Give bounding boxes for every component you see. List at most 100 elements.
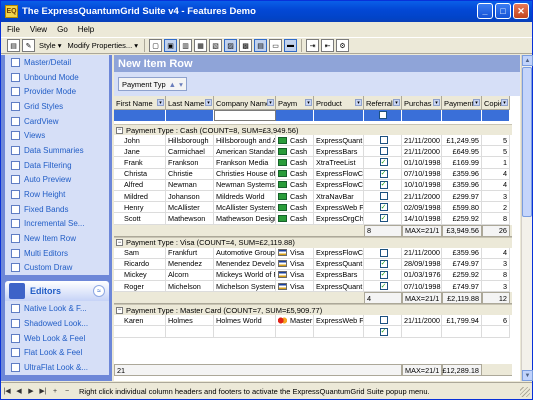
table-row[interactable]: ✓ [114,326,512,338]
referral-checkbox[interactable]: ✓ [379,203,388,212]
menu-go[interactable]: Go [57,25,68,34]
sidebar-item[interactable]: Provider Mode [5,84,109,99]
sidebar-item[interactable]: Unbound Mode [5,70,109,85]
editor-item[interactable]: Native Look & F... [5,301,109,316]
table-cell[interactable]: Mickeys World of F [214,269,276,282]
delete-record-icon[interactable]: − [61,385,73,397]
editor-item[interactable]: Web Look & Feel [5,331,109,346]
table-cell[interactable]: 07/10/1998 [402,281,442,293]
collapse-icon[interactable]: − [116,239,123,246]
minimize-button[interactable]: _ [477,3,493,19]
table-cell[interactable]: American Standard [214,146,276,158]
table-cell[interactable]: ExpressQuant [314,258,364,270]
table-row[interactable]: Ricardo Menendez Menendez Develop Visa Expre… [114,258,512,270]
group-footer[interactable]: 4 MAX=21/1 £2,119.88 12 [114,292,512,305]
table-cell[interactable]: ExpressWeb F [314,315,364,327]
table-cell[interactable]: McAllister [166,202,214,214]
table-cell[interactable]: 1 [482,157,510,169]
table-cell[interactable]: 21/11/2000 [402,135,442,147]
table-row[interactable]: Henry McAllister McAllister Systems Cash Exp… [114,202,512,214]
table-cell[interactable] [114,326,166,338]
table-cell[interactable]: ExpressQuant [314,281,364,293]
table-cell[interactable] [214,326,276,338]
layout-4-icon[interactable]: ▦ [194,39,208,52]
grid-lines-icon[interactable]: ▨ [224,39,238,52]
editor-item[interactable]: Shadowed Look... [5,316,109,331]
prev-record-icon[interactable]: ◀ [13,385,25,397]
filter-dropdown-icon[interactable]: ▾ [433,99,440,106]
table-cell[interactable]: ExpressFlowC [314,179,364,191]
footer-icon[interactable]: ▤ [254,39,268,52]
table-cell[interactable]: 10/10/1998 [402,179,442,191]
resize-grip[interactable] [520,387,530,397]
table-cell[interactable]: Mildreds World [214,190,276,203]
referral-checkbox[interactable] [379,192,388,201]
table-cell[interactable]: ✓ [364,281,402,293]
table-row[interactable]: Karen Holmes Holmes World Master ExpressWeb … [114,315,512,327]
table-cell[interactable]: £299.97 [442,190,482,203]
new-item-cell[interactable] [364,110,402,121]
referral-checkbox[interactable] [379,136,388,145]
layout-2-icon[interactable]: ▣ [164,39,178,52]
checkbox[interactable] [378,111,387,119]
column-header[interactable]: Product ▾ [314,96,364,110]
table-cell[interactable]: Visa [276,258,314,270]
table-cell[interactable]: Visa [276,269,314,282]
column-header[interactable]: Copie ▾ [482,96,510,110]
table-cell[interactable]: 21/11/2000 [402,315,442,327]
table-cell[interactable]: Cash [276,213,314,225]
table-cell[interactable]: ✓ [364,179,402,191]
new-item-row[interactable] [114,110,510,121]
table-cell[interactable]: 6 [482,315,510,327]
table-cell[interactable]: 01/10/1998 [402,157,442,169]
table-cell[interactable]: ExpressBars [314,146,364,158]
table-cell[interactable]: ExpressQuant [314,135,364,147]
table-cell[interactable]: £359.96 [442,247,482,259]
menu-view[interactable]: View [30,25,47,34]
table-cell[interactable] [166,326,214,338]
table-cell[interactable]: £599.80 [442,202,482,214]
scroll-thumb[interactable] [522,67,532,217]
table-cell[interactable]: Cash [276,202,314,214]
table-cell[interactable]: Holmes [166,315,214,327]
table-row[interactable]: Christa Christie Christies House of Cash Exp… [114,168,512,180]
table-cell[interactable]: 8 [482,213,510,225]
table-cell[interactable]: Visa [276,281,314,293]
edit-icon[interactable]: ✎ [22,39,35,52]
table-cell[interactable] [482,326,510,338]
style-menu[interactable]: Style ▾ [37,41,64,50]
footer-total-max[interactable]: MAX=21/1 [402,364,442,376]
table-cell[interactable]: 4 [482,179,510,191]
table-cell[interactable]: Cash [276,179,314,191]
table-cell[interactable]: Mathewson Design [214,213,276,225]
modify-properties-menu[interactable]: Modify Properties... ▾ [66,41,140,50]
table-cell[interactable]: ✓ [364,326,402,338]
table-cell[interactable]: XtraTreeList [314,157,364,169]
table-cell[interactable]: Michelson Systems [214,281,276,293]
sidebar-item[interactable]: Custom Draw [5,261,109,276]
editor-item[interactable]: UltraFlat Look &... [5,360,109,375]
table-cell[interactable]: Christa [114,168,166,180]
table-cell[interactable]: Alfred [114,179,166,191]
table-cell[interactable]: John [114,135,166,147]
layout-3-icon[interactable]: ▥ [179,39,193,52]
referral-checkbox[interactable] [379,147,388,156]
table-cell[interactable]: Scott [114,213,166,225]
options-icon[interactable]: ⚙ [336,39,350,52]
next-record-icon[interactable]: ▶ [25,385,37,397]
sidebar-item[interactable]: Incremental Se... [5,217,109,232]
table-cell[interactable]: Sam [114,247,166,259]
table-cell[interactable]: Master [276,315,314,327]
table-cell[interactable]: 3 [482,281,510,293]
table-row[interactable]: John Hillsborough Hillsborough and A Cash Ex… [114,135,512,147]
group-box-icon[interactable]: ▩ [239,39,253,52]
referral-checkbox[interactable]: ✓ [379,282,388,291]
table-cell[interactable]: 21/11/2000 [402,247,442,259]
new-item-cell[interactable] [402,110,442,121]
table-cell[interactable]: 02/09/1998 [402,202,442,214]
table-cell[interactable]: £359.96 [442,179,482,191]
filter-dropdown-icon[interactable]: ▾ [393,99,400,106]
table-cell[interactable]: Cash [276,146,314,158]
referral-checkbox[interactable]: ✓ [379,169,388,178]
table-cell[interactable]: Hillsborough and A [214,135,276,147]
